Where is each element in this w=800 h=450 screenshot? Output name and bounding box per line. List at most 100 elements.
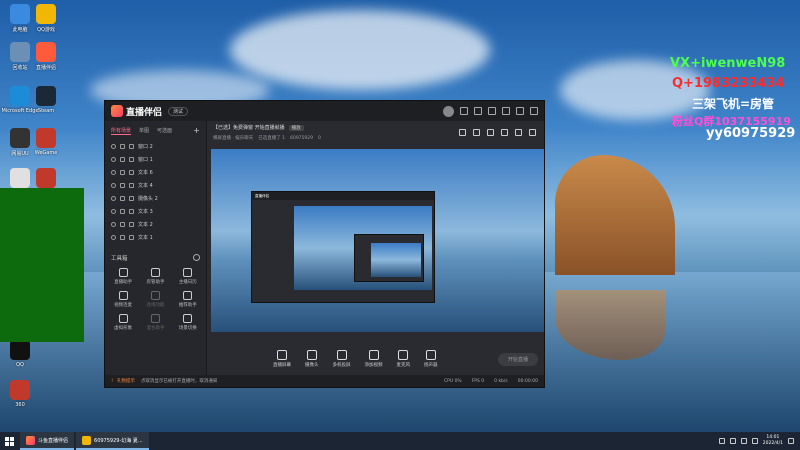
- source-tool-button[interactable]: 摄像头: [305, 350, 319, 368]
- lock-icon[interactable]: [120, 196, 125, 201]
- scene-label: 文本 2: [138, 222, 153, 228]
- toolbox-item[interactable]: 推荐助手: [172, 291, 204, 308]
- visibility-icon[interactable]: [111, 144, 116, 149]
- lock-icon[interactable]: [120, 144, 125, 149]
- tool-icon: [150, 291, 160, 300]
- tool-label: 房管助手: [146, 280, 165, 285]
- live-companion-icon: [26, 435, 35, 445]
- notification-icon[interactable]: [788, 438, 794, 444]
- lock-icon[interactable]: [120, 235, 125, 240]
- add-scene-icon[interactable]: +: [193, 126, 200, 135]
- scene-item[interactable]: 文本 1: [105, 231, 206, 244]
- copy-icon[interactable]: [459, 129, 466, 136]
- toolbox-item[interactable]: 虚拟形象: [107, 314, 139, 331]
- desktop-icon[interactable]: QQ: [0, 340, 40, 368]
- toolbox-item[interactable]: 主播日历: [172, 268, 204, 285]
- tool-icon: [183, 291, 193, 300]
- desktop-icon[interactable]: Steam: [26, 86, 66, 114]
- grid-icon[interactable]: [501, 129, 508, 136]
- desktop-icon[interactable]: WeGame: [26, 128, 66, 156]
- source-tool-label: 直播屏幕: [273, 363, 291, 368]
- scene-item[interactable]: 摄像头 2: [105, 192, 206, 205]
- status-message: 点取消显示已被打开直播时，取消通知: [140, 379, 218, 384]
- lock-icon[interactable]: [120, 157, 125, 162]
- toolbox-item[interactable]: 视频连麦: [107, 291, 139, 308]
- source-tool-button[interactable]: 添加视频: [365, 350, 383, 368]
- window-icon[interactable]: [487, 129, 494, 136]
- desktop-icon-label: 直播伴侣: [35, 65, 56, 71]
- nested-preview-window: 直播伴侣: [251, 191, 435, 303]
- toolbox-item[interactable]: 房管助手: [139, 268, 171, 285]
- volume-icon[interactable]: [740, 438, 747, 444]
- scene-item[interactable]: 窗口 1: [105, 153, 206, 166]
- visibility-icon[interactable]: [111, 209, 116, 214]
- bell-icon[interactable]: [515, 129, 522, 136]
- close-icon[interactable]: [530, 107, 538, 115]
- clock[interactable]: 14:01 2022/4/1: [763, 435, 783, 447]
- cpu-readout: CPU 0%: [443, 378, 462, 384]
- visibility-icon[interactable]: [111, 235, 116, 240]
- gift-warning[interactable]: ！ 礼物提示: [111, 378, 135, 384]
- user-avatar[interactable]: [443, 105, 454, 117]
- lock-icon[interactable]: [120, 170, 125, 175]
- start-live-button[interactable]: 开始直播: [497, 352, 538, 366]
- source-tool-button[interactable]: 直播屏幕: [273, 350, 291, 368]
- tab-single[interactable]: 单图: [139, 127, 149, 134]
- stream-title[interactable]: 【已选】免费弹窗 开始直播就播: [213, 124, 285, 131]
- desktop-icon[interactable]: QQ游戏: [26, 4, 66, 33]
- source-type-icon: [129, 144, 134, 149]
- source-tool-button[interactable]: 扬声器: [424, 350, 438, 368]
- tool-icon: [183, 314, 193, 323]
- windows-logo-icon: [4, 436, 14, 446]
- source-tool-button[interactable]: 多机投屏: [333, 350, 351, 368]
- desktop-icon[interactable]: 直播伴侣: [26, 42, 66, 71]
- maximize-icon[interactable]: [516, 107, 524, 115]
- visibility-icon[interactable]: [111, 222, 116, 227]
- visibility-icon[interactable]: [111, 196, 116, 201]
- lock-icon[interactable]: [473, 129, 480, 136]
- version-pill[interactable]: 测试: [168, 106, 189, 116]
- toolbox-item[interactable]: 场景切换: [172, 314, 204, 331]
- scene-item[interactable]: 窗口 2: [105, 140, 206, 153]
- toolbox-item[interactable]: 直播助手: [107, 268, 139, 285]
- stream-category[interactable]: 横屏直播 · 娱乐聊天: [213, 135, 253, 141]
- start-button[interactable]: [0, 432, 18, 450]
- mic-icon: [398, 350, 409, 360]
- toolbox-item[interactable]: 连线功能: [139, 291, 171, 308]
- minimize-icon[interactable]: [502, 107, 510, 115]
- wegame-icon: [36, 128, 56, 148]
- stream-tag[interactable]: 播放: [288, 124, 304, 131]
- toolbox-settings-icon[interactable]: [193, 254, 200, 261]
- settings-icon[interactable]: [474, 107, 482, 115]
- taskbar-item-live-companion[interactable]: 斗鱼直播伴侣: [20, 432, 75, 450]
- menu-icon[interactable]: [488, 107, 496, 115]
- tab-optional[interactable]: 可选面: [157, 127, 172, 134]
- message-icon[interactable]: [460, 107, 468, 115]
- toolbox-item[interactable]: 混合助手: [139, 314, 171, 331]
- scene-label: 摄像头 2: [138, 196, 158, 202]
- lock-icon[interactable]: [120, 209, 125, 214]
- network-icon[interactable]: [729, 438, 736, 444]
- lock-icon[interactable]: [120, 222, 125, 227]
- scene-item[interactable]: 文本 3: [105, 205, 206, 218]
- scene-item[interactable]: 文本 2: [105, 218, 206, 231]
- share-icon[interactable]: [529, 129, 536, 136]
- tray-up-arrow-icon[interactable]: [718, 438, 725, 444]
- taskbar-item-browser[interactable]: 60975929-幻海 夏...: [76, 432, 149, 450]
- tab-all-scenes[interactable]: 所有场景: [111, 127, 132, 135]
- visibility-icon[interactable]: [111, 157, 116, 162]
- stream-preview[interactable]: 直播伴侣: [211, 149, 544, 332]
- desktop-icon-label: QQ: [16, 362, 24, 368]
- desktop-icon[interactable]: 360: [0, 380, 40, 408]
- visibility-icon[interactable]: [111, 170, 116, 175]
- stream-info-bar: 【已选】免费弹窗 开始直播就播 播放 横屏直播 · 娱乐聊天 已选直播了 1 6…: [207, 121, 544, 147]
- scene-item[interactable]: 文本 6: [105, 166, 206, 179]
- visibility-icon[interactable]: [111, 183, 116, 188]
- scene-label: 文本 6: [138, 170, 153, 176]
- lock-icon[interactable]: [120, 183, 125, 188]
- main-panel: 【已选】免费弹窗 开始直播就播 播放 横屏直播 · 娱乐聊天 已选直播了 1 6…: [207, 121, 544, 387]
- source-tool-button[interactable]: 麦克风: [397, 350, 410, 368]
- nested-preview: [294, 206, 432, 290]
- scene-item[interactable]: 文本 4: [105, 179, 206, 192]
- ime-icon[interactable]: [751, 438, 758, 444]
